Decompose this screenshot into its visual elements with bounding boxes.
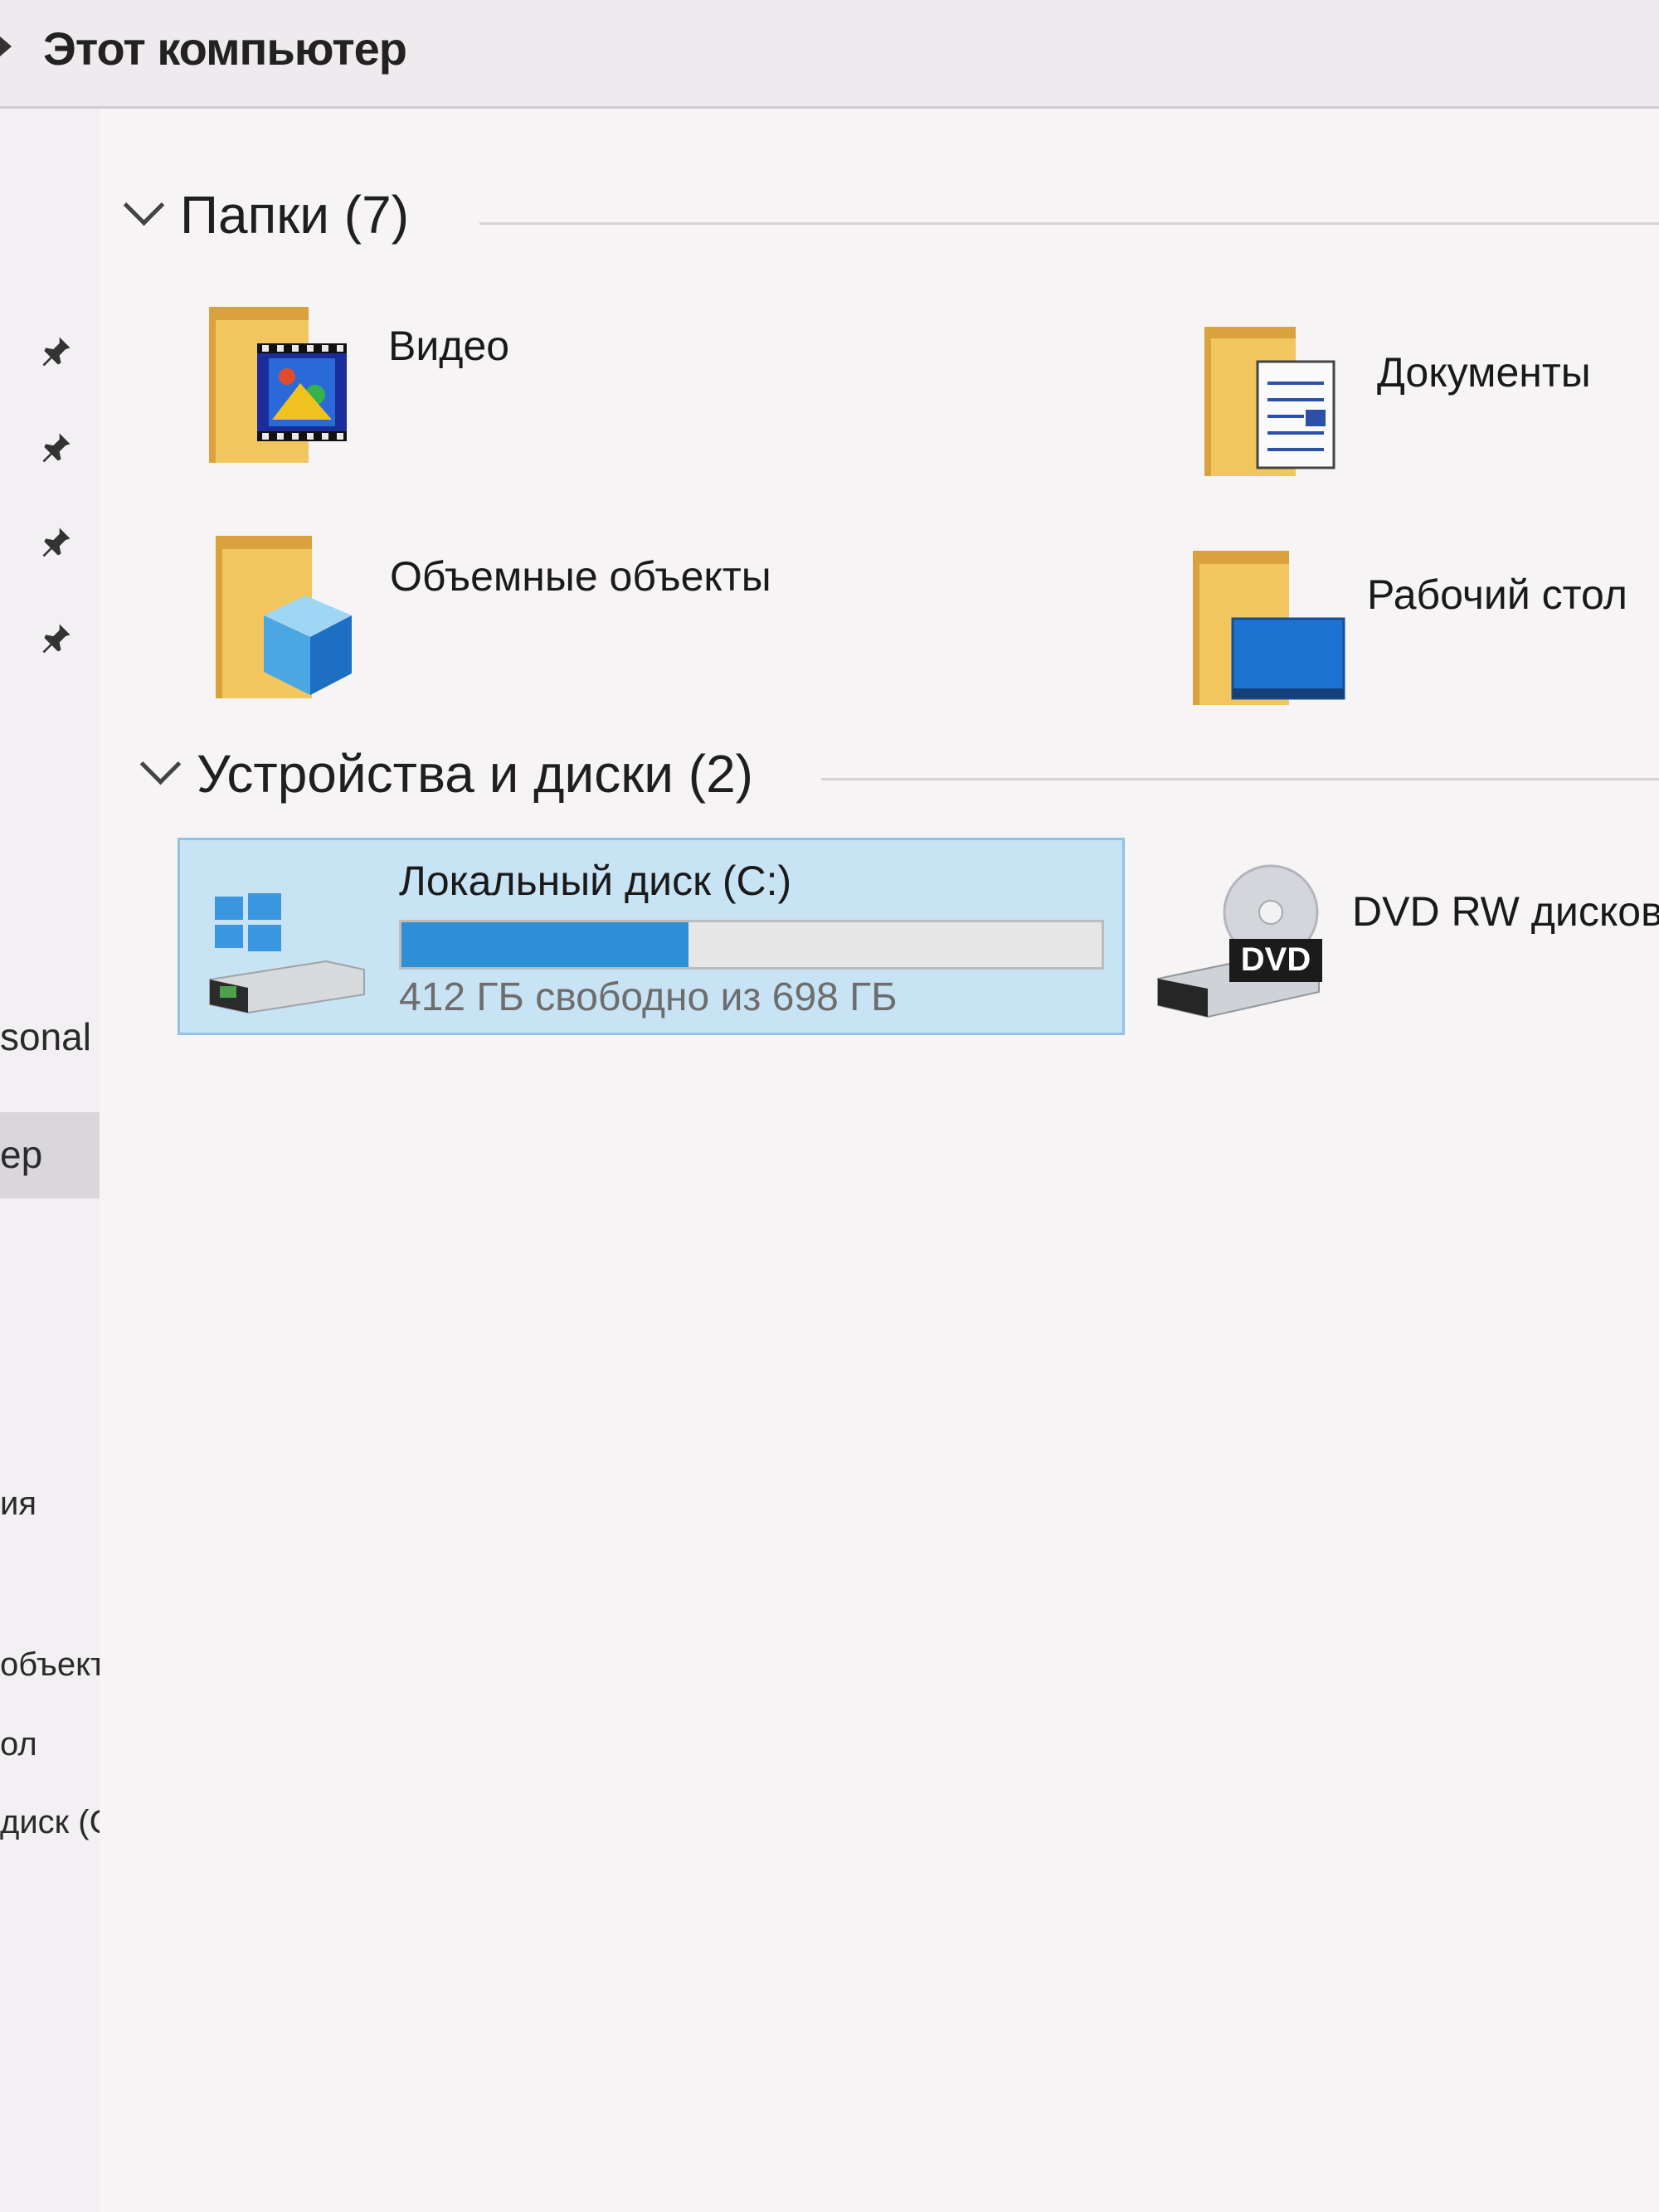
devices-section-title: Устройства и диски (2) [197, 744, 753, 804]
desktop-folder-icon [1193, 551, 1345, 705]
nav-item-desktop[interactable]: ол [0, 1726, 37, 1763]
folder-documents[interactable]: Документы [1203, 323, 1659, 489]
local-disk-icon [209, 893, 365, 1014]
folder-label: Рабочий стол [1367, 571, 1627, 618]
pin-icon[interactable] [38, 333, 75, 369]
folders-section-header[interactable]: Папки (7) [123, 184, 409, 246]
nav-item-profile[interactable]: sonal [0, 1014, 91, 1059]
video-folder-icon [209, 307, 347, 463]
pin-icon[interactable] [38, 620, 75, 656]
breadcrumb-location[interactable]: Этот компьютер [43, 22, 407, 75]
folder-label: Объемные объекты [390, 553, 771, 600]
breadcrumb-arrow-icon[interactable] [0, 36, 12, 56]
folder-video[interactable]: Видео [207, 304, 854, 469]
devices-section-header[interactable]: Устройства и диски (2) [139, 743, 753, 805]
pin-icon[interactable] [38, 523, 75, 560]
section-divider [479, 222, 1659, 225]
documents-folder-icon [1204, 327, 1335, 476]
disk-usage-fill [401, 922, 689, 967]
navigation-pane: sonal ер ия объекті ол диск (С [0, 109, 100, 2212]
disk-usage-bar [399, 920, 1104, 970]
chevron-down-icon[interactable] [123, 184, 165, 226]
dvd-badge: DVD [1241, 941, 1311, 978]
dvd-drive-icon: DVD [1157, 864, 1322, 1018]
address-bar[interactable]: Этот компьютер [0, 0, 1659, 109]
folder-label: Документы [1377, 349, 1591, 396]
drive-free-space: 412 ГБ свободно из 698 ГБ [399, 975, 898, 1019]
section-divider [821, 778, 1659, 780]
3d-objects-folder-icon [216, 536, 352, 698]
nav-item-3d-objects[interactable]: объекті [0, 1646, 100, 1684]
nav-item-local-disk[interactable]: диск (С [0, 1804, 100, 1841]
folder-desktop[interactable]: Рабочий стол [1191, 547, 1659, 713]
folder-label: Видео [388, 323, 510, 369]
drive-local-disk-c[interactable]: Локальный диск (C:) 412 ГБ свободно из 6… [178, 838, 1125, 1035]
folders-section-title: Папки (7) [180, 185, 409, 245]
drive-dvd-rw[interactable]: DVD DVD RW дисков [1153, 863, 1659, 1037]
nav-item-this-pc[interactable]: ер [0, 1132, 42, 1177]
drive-label: Локальный диск (C:) [399, 858, 792, 904]
drive-label: DVD RW дисков [1352, 888, 1659, 935]
nav-item-libraries[interactable]: ия [0, 1485, 36, 1523]
chevron-down-icon[interactable] [139, 743, 182, 785]
pin-icon[interactable] [38, 429, 75, 465]
folder-3d-objects[interactable]: Объемные объекты [214, 532, 861, 707]
